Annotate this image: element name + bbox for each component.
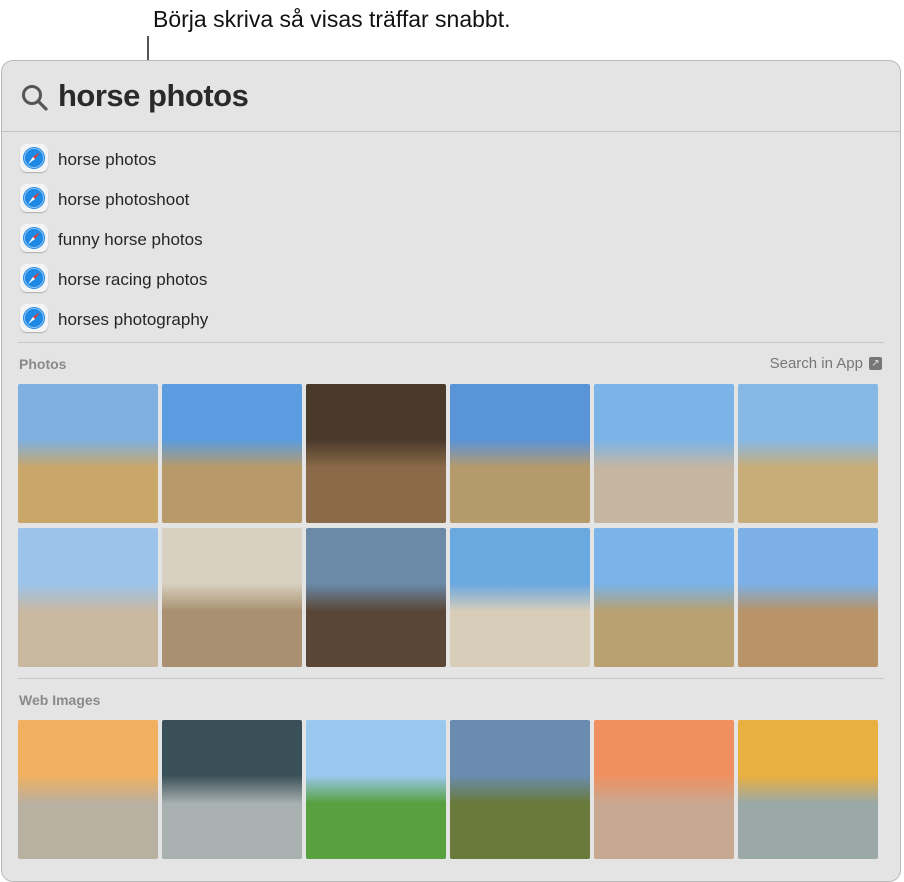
web-image-thumbnail[interactable]	[162, 720, 302, 859]
suggestion-label: funny horse photos	[58, 230, 203, 249]
photo-thumbnail[interactable]	[18, 384, 158, 523]
suggestion-label: horses photography	[58, 310, 209, 329]
web-image-thumbnail[interactable]	[18, 720, 158, 859]
safari-icon	[20, 304, 48, 332]
web-image-thumbnail[interactable]	[738, 720, 878, 859]
suggestion-item[interactable]: horse racing photos	[2, 259, 900, 299]
safari-icon	[20, 224, 48, 252]
section-title-web-images: Web Images	[19, 692, 101, 708]
suggestion-label: horse photos	[58, 150, 157, 169]
section-title-photos: Photos	[19, 356, 67, 372]
photo-thumbnail[interactable]	[18, 528, 158, 667]
search-input[interactable]: horse photos	[58, 78, 249, 114]
web-image-thumbnail[interactable]	[594, 720, 734, 859]
arrow-up-right-icon: ↗	[869, 357, 882, 370]
photo-thumbnail[interactable]	[450, 528, 590, 667]
safari-icon	[20, 264, 48, 292]
photo-thumbnail[interactable]	[594, 384, 734, 523]
photo-thumbnail[interactable]	[162, 384, 302, 523]
photo-thumbnail[interactable]	[306, 384, 446, 523]
web-image-thumbnail[interactable]	[450, 720, 590, 859]
photo-thumbnail[interactable]	[738, 384, 878, 523]
web-image-thumbnail[interactable]	[306, 720, 446, 859]
photo-thumbnail[interactable]	[162, 528, 302, 667]
magnifying-glass-icon	[22, 85, 48, 111]
suggestion-label: horse photoshoot	[58, 190, 190, 209]
divider	[18, 678, 884, 679]
photo-thumbnail[interactable]	[450, 384, 590, 523]
suggestion-item[interactable]: funny horse photos	[2, 219, 900, 259]
safari-icon	[20, 144, 48, 172]
photo-thumbnail[interactable]	[738, 528, 878, 667]
safari-icon	[20, 184, 48, 212]
photo-thumbnail[interactable]	[594, 528, 734, 667]
suggestion-label: horse racing photos	[58, 270, 208, 289]
suggestion-item[interactable]: horse photos	[2, 139, 900, 179]
search-in-app-button[interactable]: Search in App ↗	[770, 355, 882, 372]
suggestion-item[interactable]: horses photography	[2, 299, 900, 339]
search-in-app-label: Search in App	[769, 355, 863, 372]
spotlight-panel: horse photos horse photos horse photoshoo…	[1, 60, 901, 882]
divider	[18, 342, 884, 343]
callout-text: Börja skriva så visas träffar snabbt.	[153, 6, 511, 32]
photo-thumbnail[interactable]	[306, 528, 446, 667]
suggestion-item[interactable]: horse photoshoot	[2, 179, 900, 219]
search-bar[interactable]: horse photos	[2, 61, 900, 132]
